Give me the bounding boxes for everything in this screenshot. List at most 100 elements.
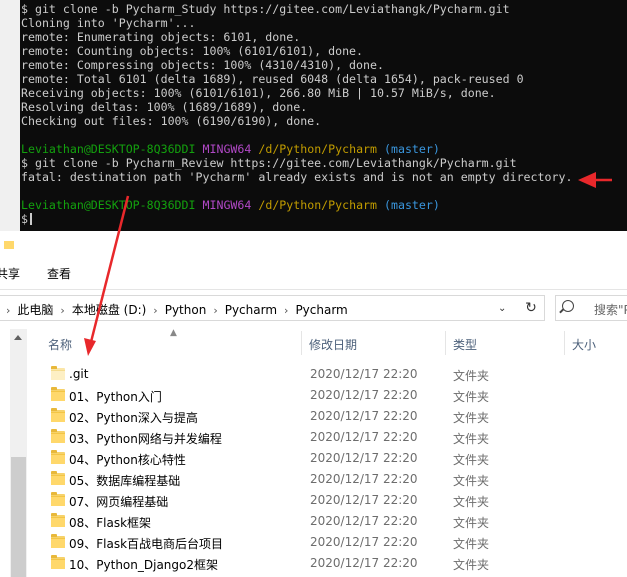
column-header-size[interactable]: 大小	[572, 336, 596, 353]
breadcrumb-item-this-pc[interactable]: 此电脑	[17, 303, 53, 317]
file-name: 08、Flask框架	[69, 516, 152, 530]
file-row[interactable]: 09、Flask百战电商后台项目 2020/12/17 22:20 文件夹	[28, 532, 627, 553]
folder-icon	[51, 471, 65, 485]
file-row[interactable]: 10、Python_Django2框架 2020/12/17 22:20 文件夹	[28, 553, 627, 574]
folder-icon	[51, 408, 65, 422]
search-input[interactable]: 搜索"P	[555, 295, 627, 321]
breadcrumb-separator-icon[interactable]: ›	[284, 304, 288, 317]
terminal-line: remote: Total 6101 (delta 1689), reused …	[21, 72, 627, 86]
terminal-line: $	[21, 212, 627, 226]
column-divider[interactable]	[445, 331, 446, 355]
terminal-line: Leviathan@DESKTOP-8Q36DDI MINGW64 /d/Pyt…	[21, 198, 627, 212]
terminal-line: $ git clone -b Pycharm_Review https://gi…	[21, 156, 627, 170]
column-divider[interactable]	[301, 331, 302, 355]
terminal-left-edge	[0, 0, 20, 231]
file-date: 2020/12/17 22:20	[310, 493, 418, 507]
terminal-text: (master)	[384, 142, 440, 156]
file-date: 2020/12/17 22:20	[310, 430, 418, 444]
terminal-text: remote: Compressing objects: 100% (4310/…	[21, 58, 384, 72]
terminal-line: Resolving deltas: 100% (1689/1689), done…	[21, 100, 627, 114]
file-explorer-window: 共享 查看 › 此电脑 › 本地磁盘 (D:) › Python › Pycharm › Pych…	[0, 231, 627, 577]
search-placeholder: 搜索"P	[594, 303, 627, 317]
file-row[interactable]: 01、Python入门 2020/12/17 22:20 文件夹	[28, 385, 627, 406]
breadcrumb-item-pycharm-current[interactable]: Pycharm	[295, 303, 347, 317]
file-name: 02、Python深入与提高	[69, 411, 198, 425]
folder-icon	[51, 513, 65, 527]
refresh-icon: ↻	[525, 300, 537, 316]
folder-icon	[51, 366, 65, 380]
terminal-line: remote: Enumerating objects: 6101, done.	[21, 30, 627, 44]
terminal-text: Leviathan@DESKTOP-8Q36DDI	[21, 198, 196, 212]
chevron-down-icon[interactable]: ⌄	[498, 303, 506, 314]
file-type: 文件夹	[453, 495, 490, 509]
terminal-text: /d/Python/Pycharm	[258, 142, 378, 156]
terminal-text: Receiving objects: 100% (6101/6101), 266…	[21, 86, 496, 100]
file-date: 2020/12/17 22:20	[310, 514, 418, 528]
file-type: 文件夹	[453, 432, 490, 446]
breadcrumb-separator-icon[interactable]: ›	[213, 304, 217, 317]
file-row[interactable]: 02、Python深入与提高 2020/12/17 22:20 文件夹	[28, 406, 627, 427]
file-name: 05、数据库编程基础	[69, 474, 181, 488]
terminal-cursor	[29, 213, 32, 225]
file-date: 2020/12/17 22:20	[310, 556, 418, 570]
scroll-up-icon[interactable]	[14, 335, 22, 340]
terminal-line: remote: Counting objects: 100% (6101/610…	[21, 44, 627, 58]
folder-icon	[51, 492, 65, 506]
vertical-scrollbar[interactable]	[10, 329, 27, 577]
file-row[interactable]: 05、数据库编程基础 2020/12/17 22:20 文件夹	[28, 469, 627, 490]
terminal-line: fatal: destination path 'Pycharm' alread…	[21, 170, 627, 184]
terminal-text: Leviathan@DESKTOP-8Q36DDI	[21, 142, 196, 156]
folder-icon	[51, 387, 65, 401]
git-bash-terminal[interactable]: $ git clone -b Pycharm_Study https://git…	[0, 0, 627, 231]
breadcrumb-separator-icon[interactable]: ›	[153, 304, 157, 317]
terminal-text: MINGW64	[202, 198, 252, 212]
breadcrumb-item-pycharm[interactable]: Pycharm	[225, 303, 277, 317]
file-row[interactable]: 03、Python网络与并发编程 2020/12/17 22:20 文件夹	[28, 427, 627, 448]
file-row[interactable]: 04、Python核心特性 2020/12/17 22:20 文件夹	[28, 448, 627, 469]
terminal-text: /d/Python/Pycharm	[258, 198, 378, 212]
file-name: 03、Python网络与并发编程	[69, 432, 222, 446]
file-name: .git	[69, 367, 89, 381]
terminal-line: Leviathan@DESKTOP-8Q36DDI MINGW64 /d/Pyt…	[21, 142, 627, 156]
terminal-text: Resolving deltas: 100% (1689/1689), done…	[21, 100, 308, 114]
terminal-text: $ git clone -b Pycharm_Review https://gi…	[21, 156, 517, 170]
file-type: 文件夹	[453, 474, 490, 488]
tab-view[interactable]: 查看	[47, 265, 71, 282]
terminal-text: remote: Counting objects: 100% (6101/610…	[21, 44, 364, 58]
file-name: 01、Python入门	[69, 390, 162, 404]
file-row[interactable]: .git 2020/12/17 22:20 文件夹	[28, 364, 627, 385]
breadcrumb-item-python[interactable]: Python	[165, 303, 207, 317]
terminal-line: $ git clone -b Pycharm_Study https://git…	[21, 2, 627, 16]
terminal-text: MINGW64	[202, 142, 252, 156]
file-type: 文件夹	[453, 411, 490, 425]
file-row[interactable]: 08、Flask框架 2020/12/17 22:20 文件夹	[28, 511, 627, 532]
scroll-thumb[interactable]	[11, 457, 26, 577]
column-header-date[interactable]: 修改日期	[309, 336, 357, 353]
sort-ascending-icon: ▲	[170, 328, 177, 338]
terminal-text: remote: Enumerating objects: 6101, done.	[21, 30, 301, 44]
file-name: 09、Flask百战电商后台项目	[69, 537, 224, 551]
column-header-name[interactable]: 名称	[48, 336, 72, 353]
folder-icon	[51, 534, 65, 548]
breadcrumb-separator-icon: ›	[6, 304, 11, 317]
file-list: .git 2020/12/17 22:20 文件夹 01、Python入门 2020/1…	[28, 364, 627, 574]
terminal-line: Cloning into 'Pycharm'...	[21, 16, 627, 30]
breadcrumb: › 此电脑 › 本地磁盘 (D:) › Python › Pycharm › Pycharm	[6, 301, 348, 318]
file-date: 2020/12/17 22:20	[310, 535, 418, 549]
breadcrumb-separator-icon[interactable]: ›	[60, 304, 64, 317]
terminal-line: remote: Compressing objects: 100% (4310/…	[21, 58, 627, 72]
breadcrumb-item-drive-d[interactable]: 本地磁盘 (D:)	[72, 303, 146, 317]
refresh-button[interactable]: ↻	[517, 295, 545, 321]
terminal-line: Receiving objects: 100% (6101/6101), 266…	[21, 86, 627, 100]
tab-share[interactable]: 共享	[0, 265, 20, 282]
column-divider[interactable]	[564, 331, 565, 355]
column-header-type[interactable]: 类型	[453, 336, 477, 353]
file-row[interactable]: 07、网页编程基础 2020/12/17 22:20 文件夹	[28, 490, 627, 511]
terminal-text: $ git clone -b Pycharm_Study https://git…	[21, 2, 510, 16]
address-bar[interactable]: › 此电脑 › 本地磁盘 (D:) › Python › Pycharm › Pycharm ⌄	[0, 295, 545, 321]
